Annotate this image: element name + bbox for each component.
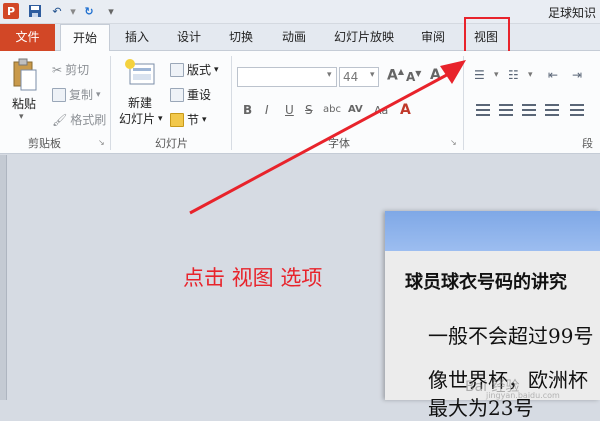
annotation-text: 点击 视图 选项: [183, 266, 323, 290]
slide-bullet-1[interactable]: 一般不会超过99号: [428, 320, 593, 349]
arrow-shaft: [189, 68, 457, 215]
watermark-url: jingyan.baidu.com: [486, 391, 560, 400]
arrow-head: [440, 60, 466, 84]
slide-heading[interactable]: 球员球衣号码的讲究: [405, 268, 567, 294]
slide-header-band: [385, 211, 600, 251]
